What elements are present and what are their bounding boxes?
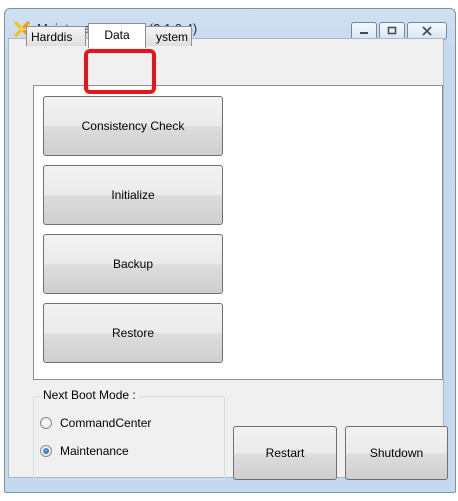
minimize-icon	[360, 32, 368, 34]
restart-button[interactable]: Restart	[233, 426, 337, 480]
restart-label: Restart	[265, 446, 305, 460]
restore-button[interactable]: Restore	[43, 303, 223, 363]
close-icon	[422, 26, 432, 36]
tab-data-label: Data	[104, 28, 130, 42]
tab-harddisk-label: Harddis	[31, 30, 73, 44]
consistency-check-label: Consistency Check	[81, 119, 185, 133]
initialize-label: Initialize	[111, 188, 155, 202]
boot-mode-group	[33, 396, 225, 480]
tab-data[interactable]: Data	[88, 23, 146, 48]
shutdown-button[interactable]: Shutdown	[345, 426, 448, 480]
radio-maintenance-icon	[40, 445, 52, 457]
initialize-button[interactable]: Initialize	[43, 165, 223, 225]
radio-maintenance-label: Maintenance	[60, 444, 129, 458]
radio-commandcenter[interactable]: CommandCenter	[40, 416, 151, 430]
boot-mode-title: Next Boot Mode :	[40, 388, 139, 402]
backup-label: Backup	[112, 257, 154, 271]
radio-maintenance[interactable]: Maintenance	[40, 444, 129, 458]
restore-label: Restore	[111, 326, 155, 340]
backup-button[interactable]: Backup	[43, 234, 223, 294]
highlight-box	[84, 49, 156, 94]
tab-system[interactable]: ystem	[140, 26, 192, 46]
maximize-icon	[387, 26, 397, 35]
shutdown-label: Shutdown	[369, 446, 424, 460]
consistency-check-button[interactable]: Consistency Check	[43, 96, 223, 156]
radio-commandcenter-label: CommandCenter	[60, 416, 152, 430]
tab-harddisk[interactable]: Harddis	[26, 26, 86, 46]
radio-commandcenter-icon	[40, 417, 52, 429]
tab-system-label: ystem	[155, 30, 188, 44]
